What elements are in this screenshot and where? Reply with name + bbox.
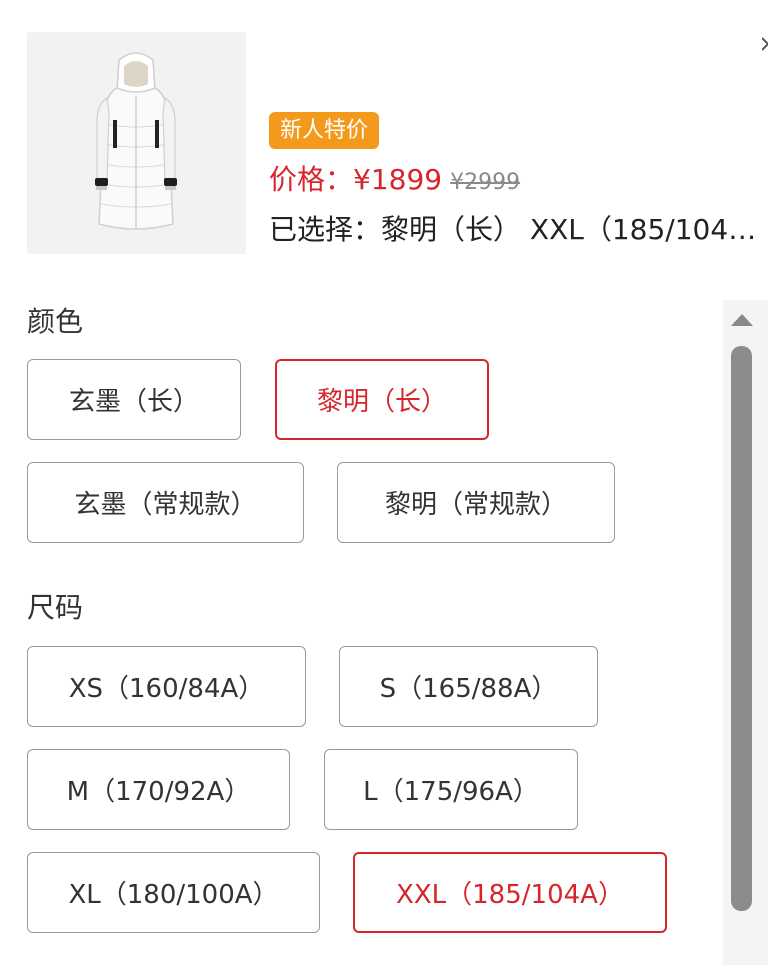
size-option-xl[interactable]: XL（180/100A）	[27, 852, 320, 933]
selected-summary: 已选择：黎明（长） XXL（185/104A）	[269, 213, 768, 246]
close-icon[interactable]	[762, 26, 768, 66]
down-coat-icon	[95, 52, 177, 230]
size-option-xs[interactable]: XS（160/84A）	[27, 646, 306, 727]
color-option-xuanmo-long[interactable]: 玄墨（长）	[27, 359, 241, 440]
scrollbar-thumb[interactable]	[731, 346, 752, 911]
color-option-liming-regular[interactable]: 黎明（常规款）	[337, 462, 615, 543]
size-option-xxl[interactable]: XXL（185/104A）	[353, 852, 667, 933]
price-line: 价格：¥1899 ¥2999	[269, 160, 520, 200]
price-label: 价格：	[269, 163, 354, 196]
color-option-liming-long[interactable]: 黎明（长）	[275, 359, 489, 440]
scroll-up-arrow-icon[interactable]	[731, 314, 753, 326]
color-option-xuanmo-regular[interactable]: 玄墨（常规款）	[27, 462, 304, 543]
size-option-m[interactable]: M（170/92A）	[27, 749, 290, 830]
new-user-price-badge: 新人特价	[269, 112, 380, 149]
size-section-title: 尺码	[27, 591, 84, 624]
color-section-title: 颜色	[27, 305, 84, 338]
original-price: ¥2999	[450, 170, 521, 195]
current-price: ¥1899	[353, 163, 443, 196]
sku-selector-panel: 新人特价 价格：¥1899 ¥2999 已选择：黎明（长） XXL（185/104…	[0, 0, 768, 965]
size-option-s[interactable]: S（165/88A）	[339, 646, 598, 727]
size-option-l[interactable]: L（175/96A）	[324, 749, 578, 830]
product-image	[27, 32, 246, 254]
